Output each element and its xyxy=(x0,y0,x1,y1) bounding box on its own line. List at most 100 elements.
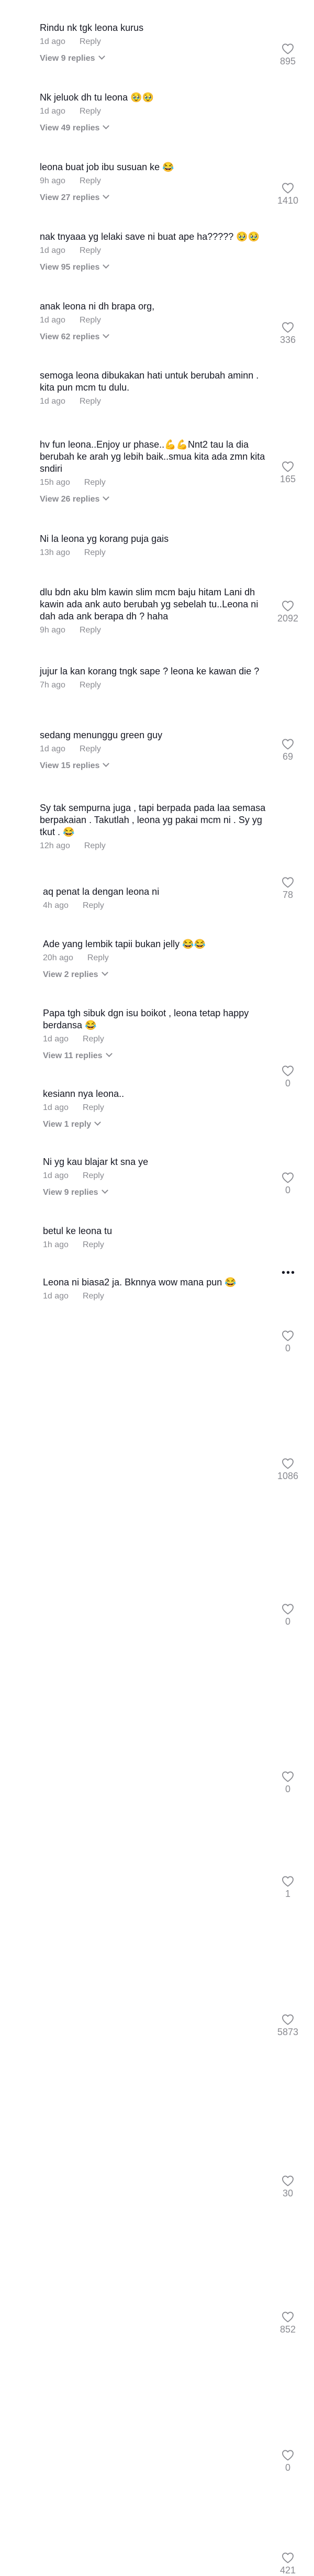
reply-button[interactable]: Reply xyxy=(83,1291,104,1302)
like-count: 1086 xyxy=(277,1471,299,1481)
view-replies-label: View 11 replies xyxy=(43,1051,103,1060)
like-button[interactable]: 852 xyxy=(272,2311,304,2335)
comment-text: semoga leona dibukakan hati untuk beruba… xyxy=(40,370,259,393)
comment-timestamp: 7h ago xyxy=(40,681,65,690)
like-button[interactable]: 0 xyxy=(272,1603,304,1627)
reply-button[interactable]: Reply xyxy=(80,680,101,691)
like-button[interactable]: 5873 xyxy=(272,2014,304,2038)
view-replies-button[interactable]: View 1 reply xyxy=(43,1119,273,1130)
comment-timestamp: 1d ago xyxy=(43,1292,69,1301)
like-button[interactable]: 69 xyxy=(272,738,304,762)
reply-button[interactable]: Reply xyxy=(84,548,106,558)
comment-timestamp: 13h ago xyxy=(40,548,70,557)
chevron-down-icon xyxy=(105,1050,113,1057)
view-replies-label: View 9 replies xyxy=(43,1188,98,1197)
chevron-down-icon xyxy=(103,494,110,501)
reply-button[interactable]: Reply xyxy=(80,315,101,326)
like-count: 0 xyxy=(285,2462,290,2473)
reply-button[interactable]: Reply xyxy=(84,841,106,851)
reply-button[interactable]: Reply xyxy=(80,106,101,117)
reply-button[interactable]: Reply xyxy=(80,37,101,47)
view-replies-button[interactable]: View 95 replies xyxy=(40,262,270,273)
comment-text: Nk jeluok dh tu leona 🥹🥹 xyxy=(40,92,154,103)
view-replies-button[interactable]: View 27 replies xyxy=(40,192,270,203)
reply-button[interactable]: Reply xyxy=(80,246,101,256)
like-count: 1410 xyxy=(277,195,299,206)
view-replies-button[interactable]: View 11 replies xyxy=(43,1050,273,1061)
like-button[interactable]: 0 xyxy=(272,2449,304,2473)
like-button[interactable]: 165 xyxy=(272,461,304,485)
chevron-down-icon xyxy=(103,760,110,767)
heart-outline-icon xyxy=(272,1603,304,1615)
comment-text: hv fun leona..Enjoy ur phase..💪💪Nnt2 tau… xyxy=(40,439,265,474)
more-options-icon[interactable]: ••• xyxy=(282,1267,296,1279)
like-button[interactable]: 0 xyxy=(272,1172,304,1196)
comment-timestamp: 20h ago xyxy=(43,953,73,962)
heart-outline-icon xyxy=(272,2552,304,2563)
like-button[interactable]: 0 xyxy=(272,1771,304,1795)
like-button[interactable]: 0 xyxy=(272,1330,304,1354)
comment-text: Sy tak sempurna juga , tapi berpada pada… xyxy=(40,803,266,837)
like-button[interactable]: 1086 xyxy=(272,1458,304,1482)
comment-text: Leona ni biasa2 ja. Bknnya wow mana pun … xyxy=(43,1277,237,1287)
comment-text: Ni la leona yg korang puja gais xyxy=(40,534,169,544)
heart-outline-icon xyxy=(272,43,304,54)
reply-button[interactable]: Reply xyxy=(87,953,109,963)
view-replies-label: View 2 replies xyxy=(43,970,98,979)
reply-button[interactable]: Reply xyxy=(83,1171,104,1181)
view-replies-button[interactable]: View 9 replies xyxy=(40,53,270,64)
like-count: 421 xyxy=(279,2565,296,2575)
reply-button[interactable]: Reply xyxy=(83,1240,104,1250)
comment-timestamp: 1d ago xyxy=(43,1103,69,1112)
like-button[interactable]: 1 xyxy=(272,1875,304,1900)
view-replies-label: View 1 reply xyxy=(43,1120,92,1129)
heart-outline-icon xyxy=(272,461,304,472)
comment-timestamp: 9h ago xyxy=(40,626,65,635)
heart-outline-icon xyxy=(272,1771,304,1782)
like-button[interactable]: 78 xyxy=(272,876,304,901)
reply-button[interactable]: Reply xyxy=(80,396,101,407)
view-replies-button[interactable]: View 26 replies xyxy=(40,494,270,505)
reply-button[interactable]: Reply xyxy=(84,478,106,488)
heart-outline-icon xyxy=(272,182,304,194)
like-button[interactable]: 30 xyxy=(272,2175,304,2199)
chevron-down-icon xyxy=(103,262,110,269)
reply-button[interactable]: Reply xyxy=(80,625,101,636)
view-replies-label: View 9 replies xyxy=(40,54,95,63)
like-button[interactable]: 0 xyxy=(272,1065,304,1089)
comment-timestamp: 1d ago xyxy=(40,745,65,753)
reply-button[interactable]: Reply xyxy=(83,1034,104,1045)
view-replies-button[interactable]: View 62 replies xyxy=(40,331,270,342)
heart-outline-icon xyxy=(272,1875,304,1887)
view-replies-button[interactable]: View 2 replies xyxy=(43,969,273,980)
like-button[interactable]: 1410 xyxy=(272,182,304,206)
view-replies-label: View 26 replies xyxy=(40,495,100,504)
like-button[interactable]: 336 xyxy=(272,321,304,346)
comment-timestamp: 12h ago xyxy=(40,841,70,850)
like-count: 0 xyxy=(285,1343,290,1353)
comment-text: betul ke leona tu xyxy=(43,1226,113,1236)
like-button[interactable]: 895 xyxy=(272,43,304,67)
reply-button[interactable]: Reply xyxy=(83,1103,104,1113)
comment-text: Ni yg kau blajar kt sna ye xyxy=(43,1157,149,1167)
chevron-down-icon xyxy=(103,331,110,338)
view-replies-button[interactable]: View 49 replies xyxy=(40,123,270,134)
comment-text: anak leona ni dh brapa org, xyxy=(40,301,155,312)
view-replies-label: View 49 replies xyxy=(40,124,100,132)
comment-text: nak tnyaaa yg lelaki save ni buat ape ha… xyxy=(40,231,260,242)
view-replies-button[interactable]: View 15 replies xyxy=(40,760,270,771)
reply-button[interactable]: Reply xyxy=(80,176,101,186)
reply-button[interactable]: Reply xyxy=(83,901,104,911)
comment-text: Rindu nk tgk leona kurus xyxy=(40,23,144,33)
like-button[interactable]: 421 xyxy=(272,2552,304,2576)
like-count: 69 xyxy=(282,751,294,762)
reply-button[interactable]: Reply xyxy=(80,744,101,754)
chevron-down-icon xyxy=(98,53,105,60)
comment-timestamp: 1d ago xyxy=(40,246,65,255)
comment-timestamp: 4h ago xyxy=(43,901,69,910)
comment-text: kesiann nya leona.. xyxy=(43,1089,125,1099)
heart-outline-icon xyxy=(272,1330,304,1341)
view-replies-button[interactable]: View 9 replies xyxy=(43,1187,273,1198)
heart-outline-icon xyxy=(272,1065,304,1076)
like-button[interactable]: 2092 xyxy=(272,600,304,624)
